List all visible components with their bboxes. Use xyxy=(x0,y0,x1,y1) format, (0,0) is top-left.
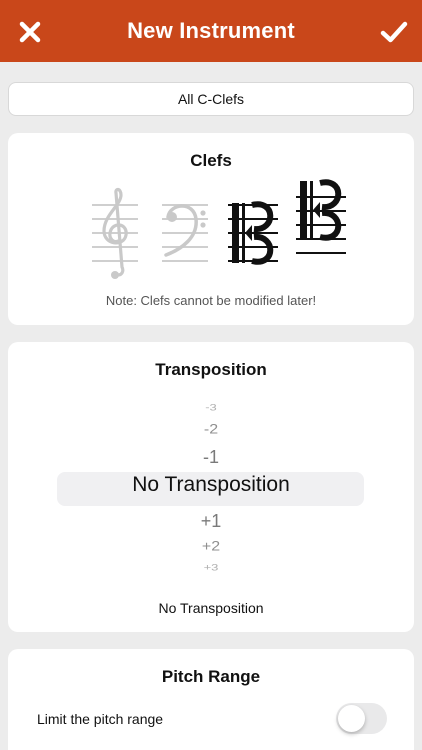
bass-clef-option[interactable] xyxy=(158,183,214,283)
picker-selected-item[interactable]: No Transposition xyxy=(8,473,414,497)
limit-pitch-range-label: Limit the pitch range xyxy=(37,711,164,727)
clefs-card: Clefs Note: Clefs cannot be modified lat… xyxy=(8,133,414,325)
bass-clef-icon xyxy=(162,204,208,262)
alto-clef-option[interactable] xyxy=(226,183,282,283)
transposition-card: Transposition -3 -2 -1 No Transposition … xyxy=(8,342,414,632)
close-x-icon xyxy=(19,21,41,43)
limit-pitch-range-toggle[interactable] xyxy=(336,703,387,734)
picker-item[interactable]: -3 xyxy=(8,402,414,413)
picker-item[interactable]: +2 xyxy=(8,539,414,555)
page-title: New Instrument xyxy=(127,18,295,43)
pitch-range-card: Pitch Range Limit the pitch range xyxy=(8,649,414,750)
tenor-clef-icon xyxy=(296,179,346,254)
clef-options xyxy=(8,179,414,283)
confirm-button[interactable] xyxy=(374,12,414,52)
clef-warning-note: Note: Clefs cannot be modified later! xyxy=(105,293,317,308)
picker-item[interactable]: +1 xyxy=(8,511,414,532)
picker-item[interactable]: -2 xyxy=(8,422,414,438)
transposition-title: Transposition xyxy=(155,360,267,379)
picker-item[interactable]: +3 xyxy=(8,562,414,573)
close-button[interactable] xyxy=(10,12,50,52)
navigation-bar: New Instrument xyxy=(0,0,422,62)
transposition-picker[interactable]: -3 -2 -1 No Transposition +1 +2 +3 xyxy=(8,392,414,582)
clef-preset-label: All C-Clefs xyxy=(177,91,245,107)
clef-preset-selector[interactable]: All C-Clefs xyxy=(8,82,414,116)
clefs-title: Clefs xyxy=(190,151,232,170)
picker-item[interactable]: -1 xyxy=(8,447,414,468)
tenor-clef-option[interactable] xyxy=(294,175,350,275)
checkmark-icon xyxy=(380,21,408,43)
treble-clef-icon xyxy=(92,187,138,279)
transposition-value: No Transposition xyxy=(158,600,264,616)
pitch-range-title: Pitch Range xyxy=(161,667,261,686)
toggle-knob xyxy=(338,705,365,732)
treble-clef-option[interactable] xyxy=(88,183,144,283)
alto-clef-icon xyxy=(228,201,278,265)
